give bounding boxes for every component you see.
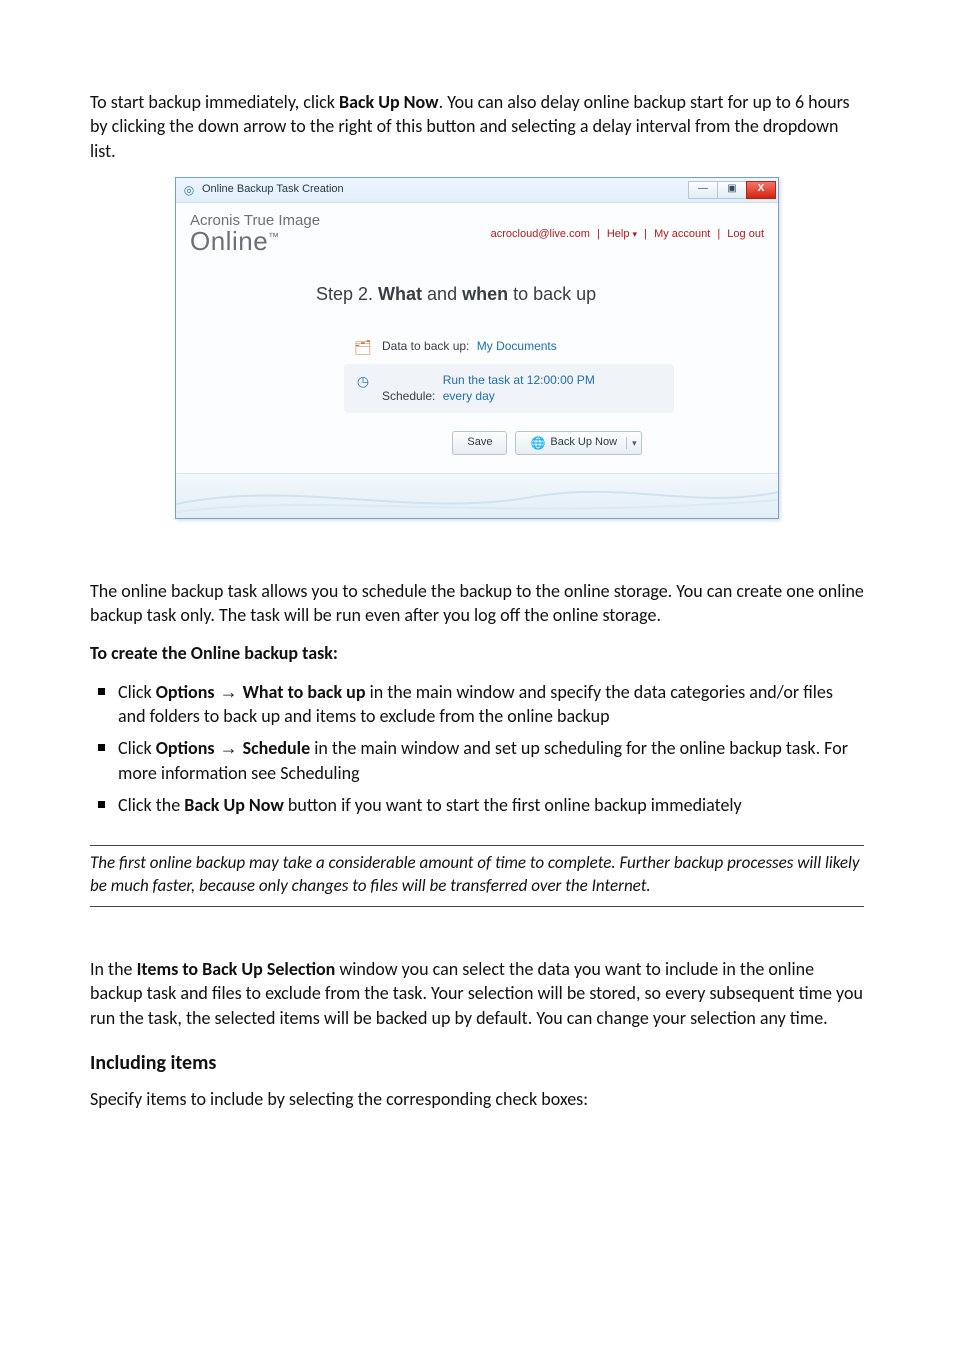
schedule-label: Schedule: xyxy=(382,389,435,403)
back-up-now-label: Back Up Now xyxy=(550,435,617,450)
wizard-screenshot: ◎ Online Backup Task Creation — ▣ X Acro… xyxy=(175,177,779,519)
brand-main: Online™ xyxy=(190,228,320,254)
body-paragraph-2: In the Items to Back Up Selection window… xyxy=(90,957,864,1030)
including-items-heading: Including items xyxy=(90,1050,864,1077)
intro-pre: To start backup immediately, click xyxy=(90,91,339,113)
note-box: The first online backup may take a consi… xyxy=(90,845,864,907)
window-title: Online Backup Task Creation xyxy=(202,182,344,197)
data-label: Data to back up: xyxy=(382,339,469,353)
close-button[interactable]: X xyxy=(746,181,776,199)
back-up-now-dropdown-icon[interactable]: ▾ xyxy=(626,437,637,449)
globe-icon: 🌐 xyxy=(530,435,545,451)
account-email: acrocloud@live.com xyxy=(491,228,590,240)
maximize-button[interactable]: ▣ xyxy=(717,181,747,199)
schedule-value-link[interactable]: Run the task at 12:00:00 PM every day xyxy=(443,372,613,404)
app-icon: ◎ xyxy=(181,182,197,198)
step-item-3: Click the Back Up Now button if you want… xyxy=(90,793,864,817)
account-links: acrocloud@live.com | Help ▾ | My account… xyxy=(491,213,764,242)
create-task-heading: To create the Online backup task: xyxy=(90,641,864,665)
back-up-now-button[interactable]: 🌐 Back Up Now ▾ xyxy=(515,431,641,455)
intro-paragraph: To start backup immediately, click Back … xyxy=(90,90,864,163)
save-button[interactable]: Save xyxy=(452,431,507,455)
window-titlebar: ◎ Online Backup Task Creation — ▣ X xyxy=(176,178,778,203)
step-title: Step 2. What and when to back up xyxy=(316,282,778,306)
my-account-link[interactable]: My account xyxy=(654,228,710,240)
minimize-button[interactable]: — xyxy=(688,181,718,199)
clock-icon: ◷ xyxy=(354,372,372,390)
data-value-link[interactable]: My Documents xyxy=(477,339,557,353)
body-paragraph-3: Specify items to include by selecting th… xyxy=(90,1087,864,1111)
data-to-back-up-row[interactable]: 🗂 Data to back up: My Documents xyxy=(344,330,674,364)
brand-block: Acronis True Image Online™ xyxy=(190,213,320,254)
create-task-steps: Click Options → What to back up in the m… xyxy=(90,680,864,817)
help-link[interactable]: Help xyxy=(607,228,630,240)
wizard-footer-decoration xyxy=(176,473,778,518)
schedule-row[interactable]: ◷ Schedule: Run the task at 12:00:00 PM … xyxy=(344,364,674,412)
folder-icon: 🗂 xyxy=(354,338,372,356)
step-item-1: Click Options → What to back up in the m… xyxy=(90,680,864,729)
help-dropdown-icon[interactable]: ▾ xyxy=(633,229,638,239)
log-out-link[interactable]: Log out xyxy=(727,228,764,240)
step-item-2: Click Options → Schedule in the main win… xyxy=(90,736,864,785)
body-paragraph-1: The online backup task allows you to sch… xyxy=(90,579,864,628)
intro-bold: Back Up Now xyxy=(339,91,439,113)
